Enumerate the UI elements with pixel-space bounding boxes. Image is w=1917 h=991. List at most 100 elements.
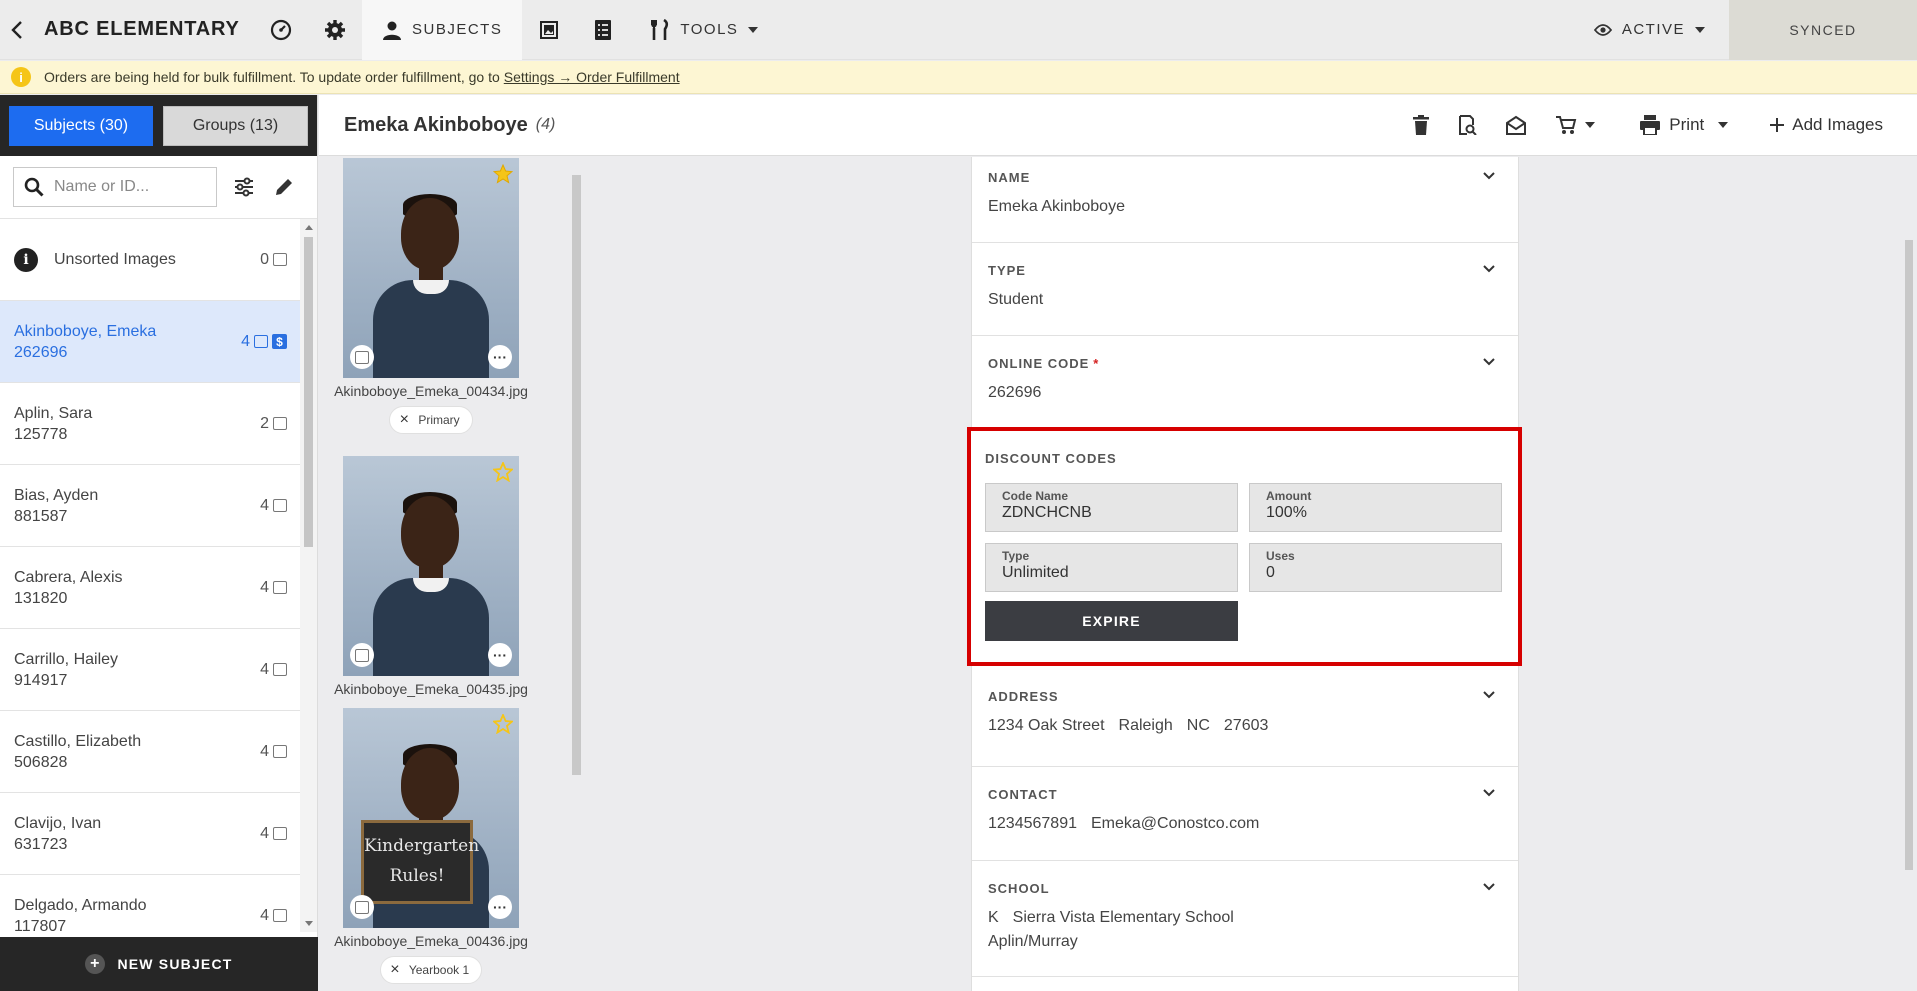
remove-tag-button[interactable]: × bbox=[381, 956, 409, 984]
field-label: DISCOUNT CODES bbox=[985, 451, 1117, 466]
list-item[interactable]: Aplin, Sara 125778 2 bbox=[0, 383, 301, 465]
list-item[interactable]: Castillo, Elizabeth 506828 4 bbox=[0, 711, 301, 793]
new-subject-button[interactable]: + NEW SUBJECT bbox=[0, 937, 318, 991]
settings-button[interactable] bbox=[308, 0, 362, 60]
email-button[interactable] bbox=[1491, 95, 1541, 156]
school-teacher: Aplin/Murray bbox=[988, 933, 1078, 950]
filter-button[interactable] bbox=[225, 167, 265, 207]
chevron-down-icon[interactable] bbox=[1482, 788, 1496, 798]
photo-card[interactable]: ··· Akinboboye_Emeka_00434.jpg × Primary bbox=[334, 158, 528, 434]
tab-groups-list[interactable]: Groups (13) bbox=[163, 105, 308, 146]
orders-tab-button[interactable] bbox=[576, 0, 630, 60]
app-title: ABC ELEMENTARY bbox=[44, 18, 240, 40]
photo-tag-row: × Yearbook 1 bbox=[343, 949, 519, 984]
photo-more-button[interactable]: ··· bbox=[488, 345, 512, 369]
subject-photo[interactable]: Kindergarten Rules! ··· bbox=[343, 708, 519, 928]
print-dropdown[interactable]: Print bbox=[1625, 95, 1742, 156]
list-item[interactable]: Clavijo, Ivan 631723 4 bbox=[0, 793, 301, 875]
main-scrollbar[interactable] bbox=[1900, 157, 1917, 991]
info-icon: i bbox=[11, 67, 31, 87]
scrollbar-thumb[interactable] bbox=[304, 237, 313, 547]
sign-line: Kindergarten bbox=[364, 836, 480, 856]
list-item-unsorted-images[interactable]: i Unsorted Images 0 bbox=[0, 219, 301, 301]
subject-name: Carrillo, Hailey bbox=[14, 650, 119, 668]
active-filter-dropdown[interactable]: ACTIVE bbox=[1570, 0, 1729, 60]
scroll-up-arrow[interactable] bbox=[305, 225, 313, 230]
photo-more-button[interactable]: ··· bbox=[488, 643, 512, 667]
star-outline-icon[interactable] bbox=[493, 714, 513, 734]
caret-down-icon bbox=[1585, 122, 1596, 128]
list-item[interactable]: Cabrera, Alexis 131820 4 bbox=[0, 547, 301, 629]
school-value: K Sierra Vista Elementary School bbox=[988, 909, 1502, 927]
star-filled-icon[interactable] bbox=[493, 164, 513, 184]
list-item[interactable]: Akinboboye, Emeka 262696 4 $ bbox=[0, 301, 301, 383]
photo-image-button[interactable] bbox=[350, 895, 374, 919]
subject-photo[interactable]: ··· bbox=[343, 158, 519, 378]
add-images-button[interactable]: Add Images bbox=[1756, 95, 1897, 156]
subject-id: 631723 bbox=[14, 835, 68, 853]
chevron-down-icon[interactable] bbox=[1482, 882, 1496, 892]
photos-tab-button[interactable] bbox=[522, 0, 576, 60]
remove-tag-button[interactable]: × bbox=[390, 406, 418, 434]
image-icon bbox=[355, 900, 369, 914]
sidebar-scrollbar[interactable] bbox=[300, 219, 317, 932]
list-item[interactable]: Carrillo, Hailey 914917 4 bbox=[0, 629, 301, 711]
image-icon bbox=[273, 663, 287, 676]
photo-strip-scrollbar[interactable] bbox=[567, 157, 584, 991]
uses-field[interactable]: Uses 0 bbox=[1249, 543, 1502, 592]
photo-more-button[interactable]: ··· bbox=[488, 895, 512, 919]
photo-tag-label: Yearbook 1 bbox=[408, 963, 470, 977]
dollar-icon: $ bbox=[272, 334, 287, 349]
chevron-down-icon[interactable] bbox=[1482, 357, 1496, 367]
photo-image-button[interactable] bbox=[350, 345, 374, 369]
photo-card[interactable]: ··· Akinboboye_Emeka_00435.jpg bbox=[334, 456, 528, 697]
unsorted-label: Unsorted Images bbox=[54, 251, 176, 268]
delete-button[interactable] bbox=[1399, 95, 1443, 156]
back-button[interactable] bbox=[2, 0, 32, 60]
list-item[interactable]: Delgado, Armando 117807 4 bbox=[0, 875, 301, 932]
scrollbar-thumb[interactable] bbox=[572, 175, 581, 775]
image-icon bbox=[254, 335, 268, 348]
scroll-down-arrow[interactable] bbox=[305, 921, 313, 926]
uses-label: Uses bbox=[1266, 549, 1295, 563]
tab-tools[interactable]: TOOLS bbox=[630, 0, 778, 60]
search-input[interactable] bbox=[54, 178, 214, 196]
expire-button[interactable]: EXPIRE bbox=[985, 601, 1238, 641]
code-name-field[interactable]: Code Name ZDNCHCNB bbox=[985, 483, 1238, 532]
star-outline-icon[interactable] bbox=[493, 462, 513, 482]
photo-tag: × Yearbook 1 bbox=[379, 956, 483, 984]
amount-value: 100% bbox=[1266, 504, 1307, 521]
subject-name: Bias, Ayden bbox=[14, 486, 99, 504]
banner-text: Orders are being held for bulk fulfillme… bbox=[44, 69, 500, 85]
preview-button[interactable] bbox=[1443, 95, 1491, 156]
chevron-down-icon[interactable] bbox=[1482, 171, 1496, 181]
subject-photo[interactable]: ··· bbox=[343, 456, 519, 676]
field-online-code: ONLINE CODE * 262696 bbox=[972, 336, 1518, 430]
tab-subjects-list[interactable]: Subjects (30) bbox=[9, 105, 153, 146]
image-count: 4 bbox=[260, 578, 269, 596]
discount-codes-grid: Code Name ZDNCHCNB Amount 100% Type Unli… bbox=[985, 483, 1504, 592]
scrollbar-thumb[interactable] bbox=[1905, 240, 1913, 870]
subject-names: Aplin, Sara 125778 bbox=[14, 403, 260, 445]
photo-image-button[interactable] bbox=[350, 643, 374, 667]
list-item[interactable]: Bias, Ayden 881587 4 bbox=[0, 465, 301, 547]
trash-icon bbox=[1413, 115, 1430, 135]
photo-card[interactable]: Kindergarten Rules! ··· Akinboboye_Emeka_… bbox=[334, 708, 528, 984]
dashboard-button[interactable] bbox=[254, 0, 308, 60]
chevron-down-icon[interactable] bbox=[1482, 690, 1496, 700]
pencil-icon bbox=[276, 179, 293, 195]
discount-codes-section: DISCOUNT CODES Code Name ZDNCHCNB Amount… bbox=[967, 427, 1522, 666]
envelope-icon bbox=[1506, 115, 1527, 135]
edit-button[interactable] bbox=[264, 167, 304, 207]
tab-tools-label: TOOLS bbox=[680, 21, 739, 38]
chevron-down-icon[interactable] bbox=[1482, 264, 1496, 274]
photo-detail bbox=[401, 496, 459, 568]
amount-field[interactable]: Amount 100% bbox=[1249, 483, 1502, 532]
cart-dropdown[interactable] bbox=[1541, 95, 1609, 156]
code-type-field[interactable]: Type Unlimited bbox=[985, 543, 1238, 592]
subject-name: Castillo, Elizabeth bbox=[14, 732, 142, 750]
tab-subjects[interactable]: SUBJECTS bbox=[362, 0, 523, 60]
photo-detail bbox=[401, 748, 459, 820]
order-fulfillment-link[interactable]: Settings → Order Fulfillment bbox=[504, 69, 680, 85]
photo-detail bbox=[401, 198, 459, 270]
